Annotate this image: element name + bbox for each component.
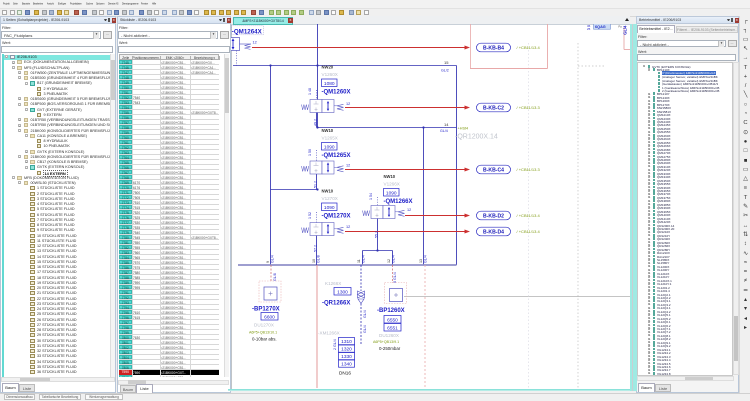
svg-text:13: 13 — [419, 259, 423, 263]
svg-text:9: 9 — [266, 261, 270, 263]
svg-text:DU1270X: DU1270X — [254, 323, 274, 328]
svg-text:+HSt4: +HSt4 — [458, 127, 469, 131]
svg-text:1 50: 1 50 — [308, 149, 312, 156]
svg-text:12: 12 — [346, 164, 350, 168]
svg-text:B-KB-D4: B-KB-D4 — [483, 229, 504, 235]
svg-text:-QR1266X: -QR1266X — [322, 301, 350, 307]
svg-text:GL/8: GL/8 — [317, 255, 321, 263]
svg-text:49 2: 49 2 — [314, 119, 318, 126]
svg-text:6QAG: 6QAG — [595, 25, 606, 29]
svg-text:0-10bar abs.: 0-10bar abs. — [252, 337, 277, 342]
svg-text:/ +CB11/13.3: / +CB11/13.3 — [517, 105, 541, 110]
svg-text:11: 11 — [357, 259, 361, 263]
svg-text:GL/4: GL/4 — [362, 255, 366, 263]
svg-text:57 2: 57 2 — [314, 245, 318, 252]
svg-text:-BP1270X: -BP1270X — [252, 307, 280, 313]
svg-text:2 GL/4: 2 GL/4 — [333, 339, 337, 350]
svg-text:1 54: 1 54 — [369, 193, 373, 200]
svg-text:B-KB-C4: B-KB-C4 — [483, 167, 504, 173]
svg-text:6600: 6600 — [264, 314, 275, 320]
svg-text:/ +CB11/13.4: / +CB11/13.4 — [517, 229, 541, 234]
svg-text:1 48: 1 48 — [308, 88, 312, 95]
svg-text:1340: 1340 — [341, 362, 352, 368]
svg-text:-QM1270X: -QM1270X — [322, 214, 351, 220]
svg-text:14: 14 — [444, 122, 449, 127]
svg-text:NW10: NW10 — [322, 128, 334, 133]
svg-text:6551: 6551 — [387, 325, 398, 331]
svg-text:A6P5+QB13/10.1: A6P5+QB13/10.1 — [249, 331, 277, 335]
svg-text:12: 12 — [253, 41, 257, 45]
svg-text:V1265X: V1265X — [322, 136, 338, 141]
svg-text:GL/4: GL/4 — [392, 255, 396, 263]
svg-text:-QM1260X: -QM1260X — [322, 90, 351, 96]
svg-text:0-250mbar: 0-250mbar — [379, 346, 401, 351]
svg-text:B-KB-D2: B-KB-D2 — [483, 213, 504, 219]
svg-text:/ +CB11/13.3: / +CB11/13.3 — [517, 167, 541, 172]
svg-text:V1270X: V1270X — [322, 196, 338, 201]
svg-text:GL/2: GL/2 — [441, 69, 449, 73]
svg-text:25: 25 — [587, 27, 591, 31]
svg-text:NW10: NW10 — [384, 174, 396, 179]
svg-text:1310: 1310 — [341, 339, 352, 345]
svg-text:-QM1264X: -QM1264X — [232, 29, 263, 36]
svg-text:V1260X: V1260X — [322, 72, 338, 77]
svg-text:1080: 1080 — [324, 81, 335, 87]
svg-text:V1266X: V1266X — [384, 182, 400, 187]
svg-text:-XM1266X: -XM1266X — [318, 331, 340, 336]
svg-text:GL/4: GL/4 — [424, 255, 428, 263]
svg-text:NW10: NW10 — [322, 189, 334, 194]
svg-text:55 2: 55 2 — [375, 231, 379, 238]
svg-text:12: 12 — [346, 225, 350, 229]
svg-text:12: 12 — [407, 208, 411, 212]
svg-text:-QM1266X: -QM1266X — [384, 199, 413, 205]
svg-text:-QR1200X.14: -QR1200X.14 — [455, 134, 498, 141]
svg-text:/ +CB11/13.4: / +CB11/13.4 — [517, 213, 541, 218]
svg-text:-BP1260X: -BP1260X — [377, 308, 405, 314]
svg-text:GL/8: GL/8 — [273, 273, 277, 281]
svg-text:GL/4: GL/4 — [623, 25, 628, 35]
svg-text:GL/4: GL/4 — [440, 129, 448, 133]
svg-text:12: 12 — [387, 259, 391, 263]
svg-text:GL/4: GL/4 — [363, 325, 367, 333]
svg-text:15: 15 — [444, 60, 449, 65]
svg-text:8 GL/4: 8 GL/4 — [393, 272, 397, 283]
svg-text:1320: 1320 — [341, 347, 352, 353]
svg-text:A6P5+QB13/9.1: A6P5+QB13/9.1 — [373, 340, 399, 344]
svg-text:1300: 1300 — [337, 289, 348, 295]
svg-text:DN16: DN16 — [339, 371, 351, 376]
svg-text:10: 10 — [312, 259, 316, 263]
svg-text:DU1260X: DU1260X — [379, 333, 399, 338]
svg-text:-QM1265X: -QM1265X — [322, 153, 351, 159]
svg-text:1 52: 1 52 — [308, 212, 312, 219]
svg-text:51 2: 51 2 — [314, 181, 318, 188]
svg-text:/ +CB11/13.4: / +CB11/13.4 — [517, 45, 541, 50]
svg-text:1090: 1090 — [324, 144, 335, 150]
svg-text:1090: 1090 — [324, 205, 335, 211]
svg-text:K1266X: K1266X — [325, 281, 341, 286]
svg-text:B-KB-C2: B-KB-C2 — [483, 105, 504, 111]
svg-text:6550: 6550 — [387, 317, 398, 323]
svg-text:NW20: NW20 — [322, 65, 334, 70]
svg-text:1090: 1090 — [386, 190, 397, 196]
svg-text:GL/4: GL/4 — [271, 255, 275, 263]
svg-text:GL/4: GL/4 — [363, 310, 367, 318]
svg-text:B-KB-B4: B-KB-B4 — [483, 45, 504, 51]
svg-text:12: 12 — [346, 102, 350, 106]
svg-text:1330: 1330 — [341, 354, 352, 360]
